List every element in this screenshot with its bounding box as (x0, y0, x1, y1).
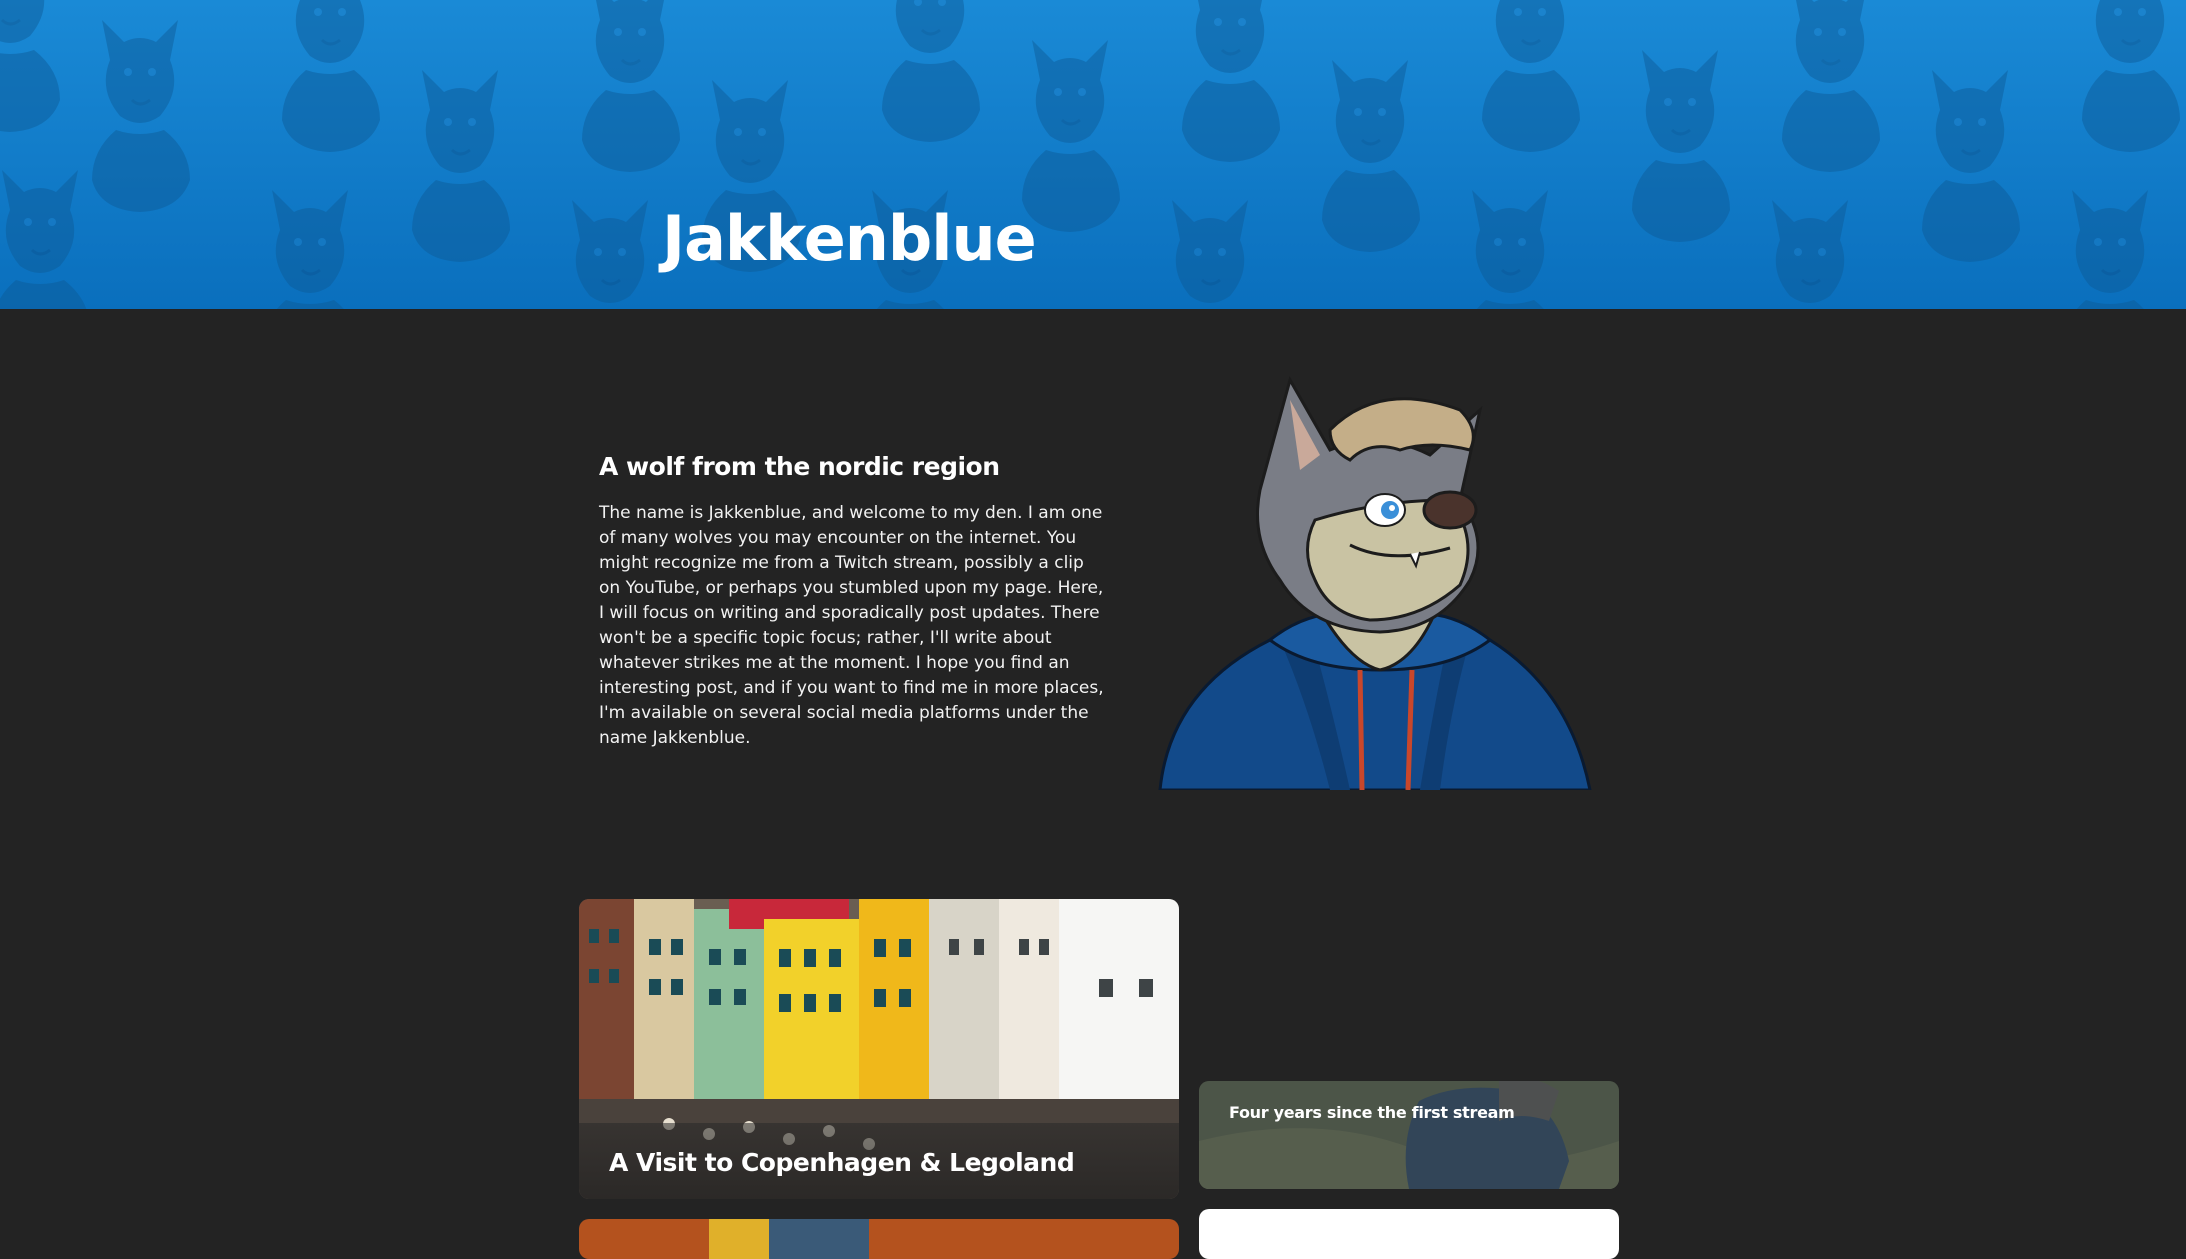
post-card-peek[interactable] (579, 1219, 1179, 1259)
post-title-four-years[interactable]: Four years since the first stream (1229, 1103, 1515, 1122)
post-card-four-years[interactable]: Four years since the first stream (1199, 1081, 1619, 1189)
post-card-peek-white[interactable] (1199, 1209, 1619, 1259)
site-title[interactable]: Jakkenblue (662, 208, 1037, 270)
post-title-overlay (1199, 1081, 1619, 1189)
wolf-pattern-background (0, 0, 2182, 309)
hero-banner: Jakkenblue (0, 0, 2186, 309)
intro-body: The name is Jakkenblue, and welcome to m… (599, 503, 1104, 748)
post-title-copenhagen[interactable]: A Visit to Copenhagen & Legoland (609, 1148, 1075, 1177)
post-image-peek (579, 1219, 1179, 1259)
post-card-copenhagen[interactable]: A Visit to Copenhagen & Legoland (579, 899, 1179, 1199)
intro-heading: A wolf from the nordic region (599, 452, 1000, 481)
wolf-avatar-illustration (1158, 376, 1592, 790)
intro-section: A wolf from the nordic region The name i… (599, 452, 1104, 751)
